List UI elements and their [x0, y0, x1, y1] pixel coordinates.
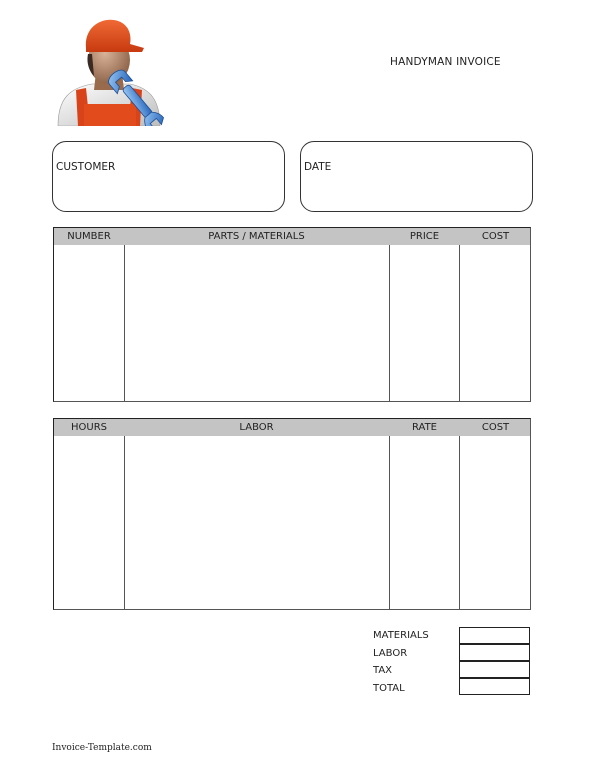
price-column-cell[interactable]	[390, 245, 459, 401]
summary-value-tax[interactable]	[459, 661, 530, 678]
date-field[interactable]: DATE	[300, 141, 533, 212]
invoice-title: HANDYMAN INVOICE	[390, 56, 501, 68]
column-header-hours: HOURS	[70, 422, 107, 433]
date-label: DATE	[304, 161, 332, 173]
customer-field[interactable]: CUSTOMER	[52, 141, 285, 212]
summary-value-labor[interactable]	[459, 644, 530, 661]
column-header-rate: RATE	[411, 422, 438, 433]
summary-value-materials[interactable]	[459, 627, 530, 644]
labor-table-header: HOURS LABOR RATE COST	[54, 419, 530, 436]
column-header-number: NUMBER	[67, 231, 111, 242]
summary-value-total[interactable]	[459, 678, 530, 695]
summary-label-total: TOTAL	[373, 683, 405, 694]
column-header-cost: COST	[481, 422, 510, 433]
column-header-price: PRICE	[409, 231, 440, 242]
labor-column-cell[interactable]	[125, 436, 389, 609]
summary-label-labor: LABOR	[373, 648, 408, 659]
summary-label-materials: MATERIALS	[373, 630, 429, 641]
column-header-cost: COST	[481, 231, 510, 242]
cost-column-cell[interactable]	[460, 436, 530, 609]
hours-column-cell[interactable]	[54, 436, 124, 609]
cost-column-cell[interactable]	[460, 245, 530, 401]
handyman-logo-icon	[52, 14, 170, 131]
parts-materials-table: NUMBER PARTS / MATERIALS PRICE COST	[53, 227, 531, 402]
rate-column-cell[interactable]	[390, 436, 459, 609]
labor-table: HOURS LABOR RATE COST	[53, 418, 531, 610]
column-header-labor: LABOR	[239, 422, 274, 433]
customer-label: CUSTOMER	[56, 161, 116, 173]
number-column-cell[interactable]	[54, 245, 124, 401]
column-header-parts-materials: PARTS / MATERIALS	[208, 231, 305, 242]
parts-table-header: NUMBER PARTS / MATERIALS PRICE COST	[54, 228, 530, 245]
footer-credit: Invoice-Template.com	[52, 743, 152, 753]
parts-column-cell[interactable]	[125, 245, 389, 401]
summary-label-tax: TAX	[373, 665, 393, 676]
